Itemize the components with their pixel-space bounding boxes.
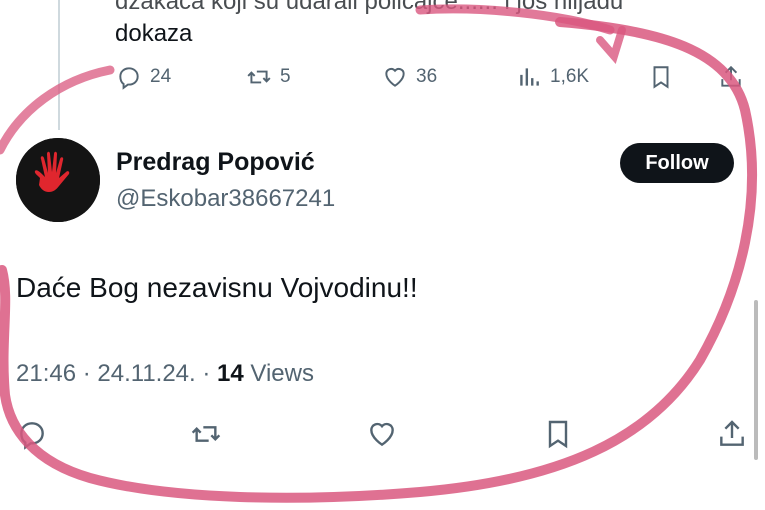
reply-icon [20,422,44,450]
retweet-button-main[interactable] [190,418,222,450]
avatar[interactable] [16,138,100,222]
reply-icon [119,67,139,90]
reply-button-main[interactable] [16,418,48,450]
retweet-button[interactable]: 5 [246,64,291,90]
like-icon [385,67,405,87]
like-button-main[interactable] [366,418,398,450]
previous-tweet-text: džakaća koji su udarali policajce...... … [115,0,735,50]
tweet-text: Daće Bog nezavisnu Vojvodinu!! [16,272,418,303]
scrollbar[interactable] [754,300,758,460]
user-handle[interactable]: @Eskobar38667241 [116,185,335,213]
tweet-meta: 21:46 · 24.11.24. · 14 Views [16,360,314,388]
previous-tweet-line2: dokaza [115,20,193,47]
bookmark-button[interactable] [648,64,674,90]
retweet-icon [247,70,271,84]
retweet-count: 5 [280,66,291,87]
bookmark-icon [548,420,568,449]
views-icon [520,68,539,86]
tweet-timestamp[interactable]: 21:46 · 24.11.24. · [16,360,217,387]
previous-tweet-line1: džakaća koji su udarali policajce...... … [115,0,624,15]
like-count: 36 [416,66,438,87]
like-icon [370,422,394,447]
previous-tweet-actions: 24 5 36 1,6K [0,64,765,94]
follow-button[interactable]: Follow [620,143,734,183]
bookmark-icon [653,66,669,89]
share-icon [720,420,744,446]
views-count: 1,6K [550,66,590,87]
like-button[interactable]: 36 [382,64,437,90]
retweet-icon [191,426,221,442]
display-name[interactable]: Predrag Popović [116,148,315,177]
reply-count: 24 [150,66,172,87]
tweet-actions [0,418,765,454]
views-label: Views [243,360,314,387]
share-button[interactable] [718,64,744,90]
red-hand-avatar [16,138,100,222]
bookmark-button-main[interactable] [542,418,574,450]
share-icon [721,65,741,87]
views-button[interactable]: 1,6K [516,64,589,90]
reply-button[interactable]: 24 [116,64,171,90]
views-number: 14 [217,360,244,387]
share-button-main[interactable] [716,418,748,450]
